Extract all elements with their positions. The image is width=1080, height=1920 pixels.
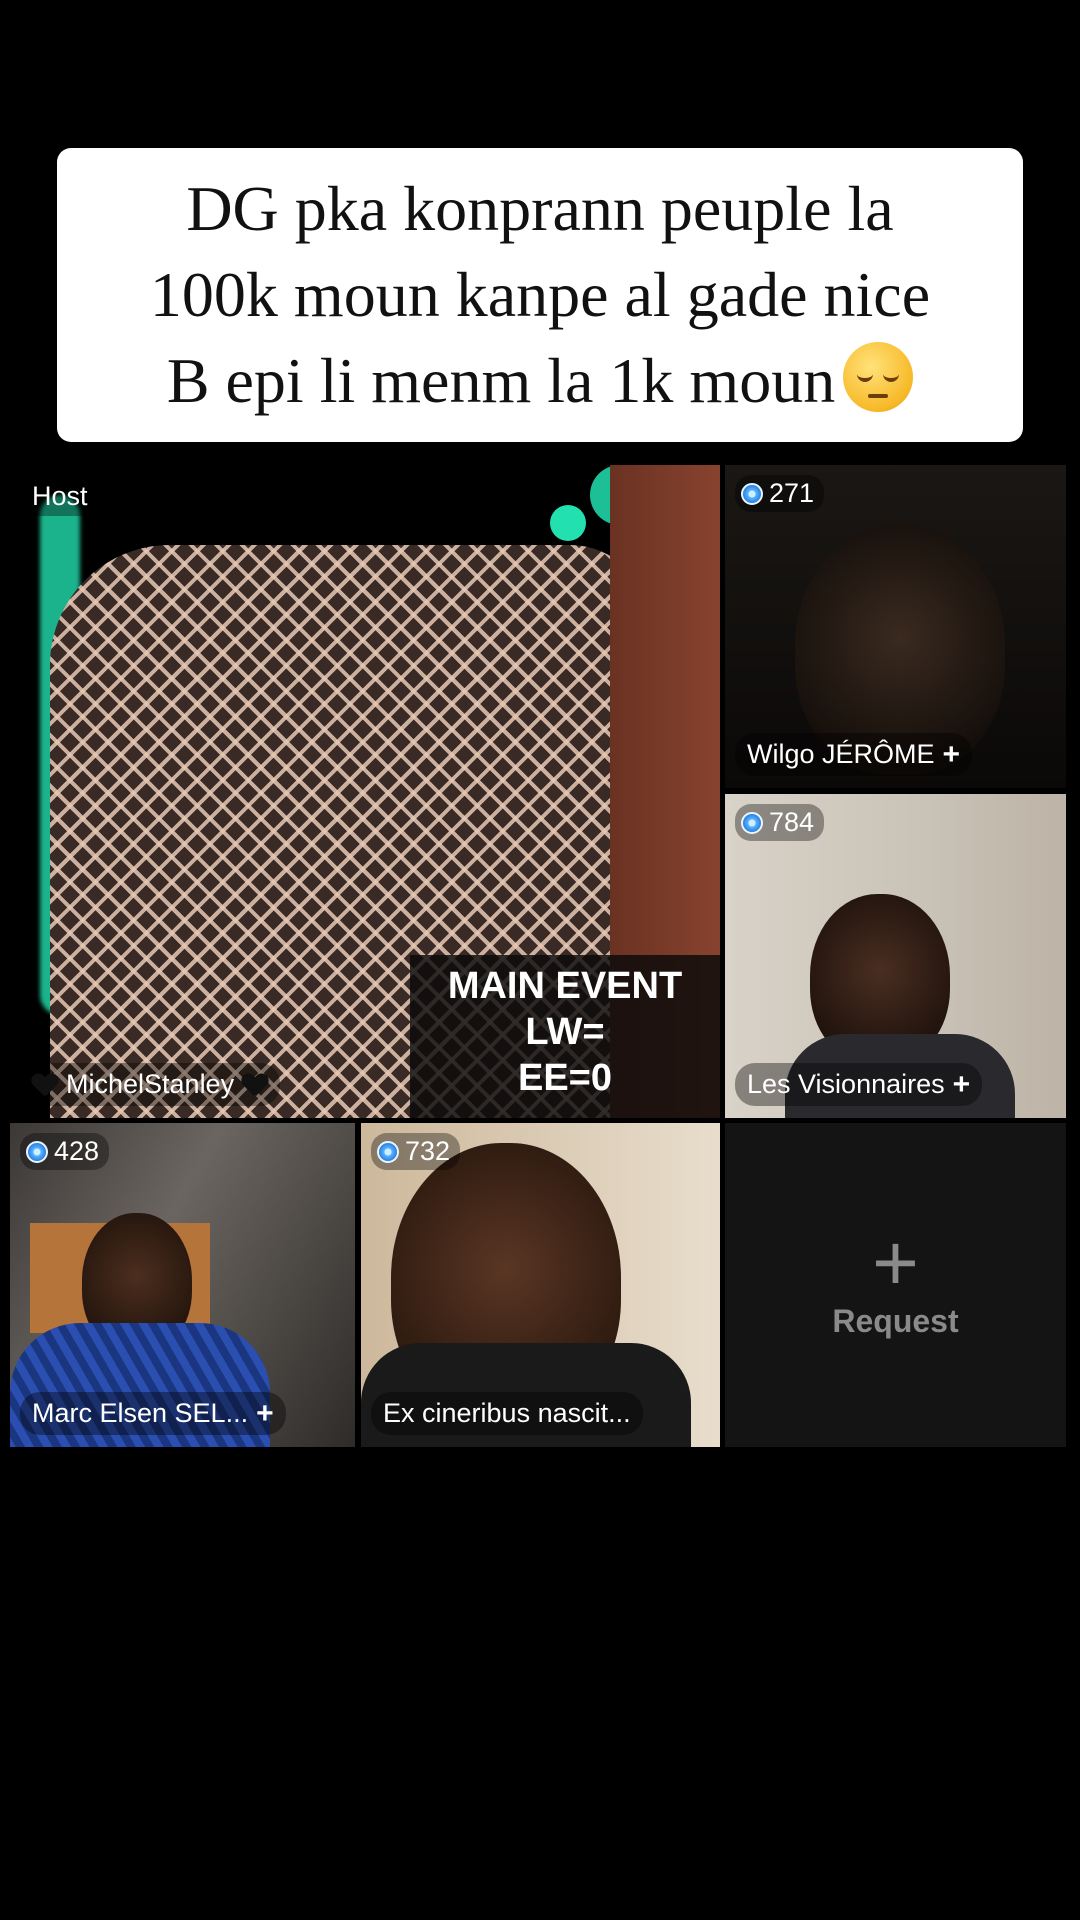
banner-line-2: LW= bbox=[525, 1011, 605, 1053]
score-badge: 428 bbox=[20, 1133, 110, 1170]
score-badge: 271 bbox=[735, 475, 825, 512]
guest-name-pill[interactable]: Marc Elsen SEL... + bbox=[20, 1392, 286, 1435]
plus-icon[interactable]: + bbox=[725, 1223, 1066, 1303]
guest-name-pill[interactable]: Les Visionnaires + bbox=[735, 1063, 983, 1106]
guest-tile-marc[interactable]: 428 Marc Elsen SEL... + bbox=[10, 1123, 355, 1447]
follow-plus-icon[interactable]: + bbox=[256, 1398, 274, 1428]
guest-name-pill[interactable]: Ex cineribus nascit... bbox=[371, 1392, 643, 1435]
host-video-tile[interactable]: Host MAIN EVENT LW= EE=0 MichelStanley bbox=[10, 465, 720, 1118]
host-name: MichelStanley bbox=[66, 1069, 235, 1099]
caption-line-2: 100k moun kanpe al gade nice bbox=[149, 259, 931, 330]
score-badge: 784 bbox=[735, 804, 825, 841]
banner-line-1: MAIN EVENT bbox=[447, 965, 683, 1007]
caption-line-3: B epi li menm la 1k moun bbox=[67, 338, 1013, 424]
guest-tile-visionnaires[interactable]: 784 Les Visionnaires + bbox=[725, 794, 1066, 1118]
host-badge: Host bbox=[20, 477, 100, 516]
caption-box: DG pka konprann peuple la 100k moun kanp… bbox=[57, 148, 1023, 442]
guest-tile-wilgo[interactable]: 271 Wilgo JÉRÔME + bbox=[725, 465, 1066, 788]
follow-plus-icon[interactable]: + bbox=[953, 1069, 971, 1099]
request-label[interactable]: Request bbox=[725, 1303, 1066, 1340]
main-event-banner: MAIN EVENT LW= EE=0 bbox=[410, 955, 720, 1118]
gem-icon bbox=[741, 811, 763, 834]
guest-tile-ex-cineribus[interactable]: 732 Ex cineribus nascit... bbox=[361, 1123, 720, 1447]
black-heart-icon bbox=[242, 1074, 268, 1096]
pensive-face-emoji-icon bbox=[843, 342, 914, 412]
gem-icon bbox=[26, 1140, 48, 1163]
gem-icon bbox=[377, 1140, 399, 1163]
request-slot[interactable]: + Request bbox=[725, 1123, 1066, 1447]
host-name-pill[interactable]: MichelStanley bbox=[20, 1063, 281, 1106]
follow-plus-icon[interactable]: + bbox=[943, 739, 961, 769]
caption-line-1: DG pka konprann peuple la bbox=[186, 173, 894, 244]
black-heart-icon bbox=[32, 1074, 58, 1096]
score-badge: 732 bbox=[371, 1133, 461, 1170]
banner-line-3: EE=0 bbox=[517, 1057, 613, 1099]
guest-name-pill[interactable]: Wilgo JÉRÔME + bbox=[735, 733, 973, 776]
gem-icon bbox=[741, 482, 763, 505]
